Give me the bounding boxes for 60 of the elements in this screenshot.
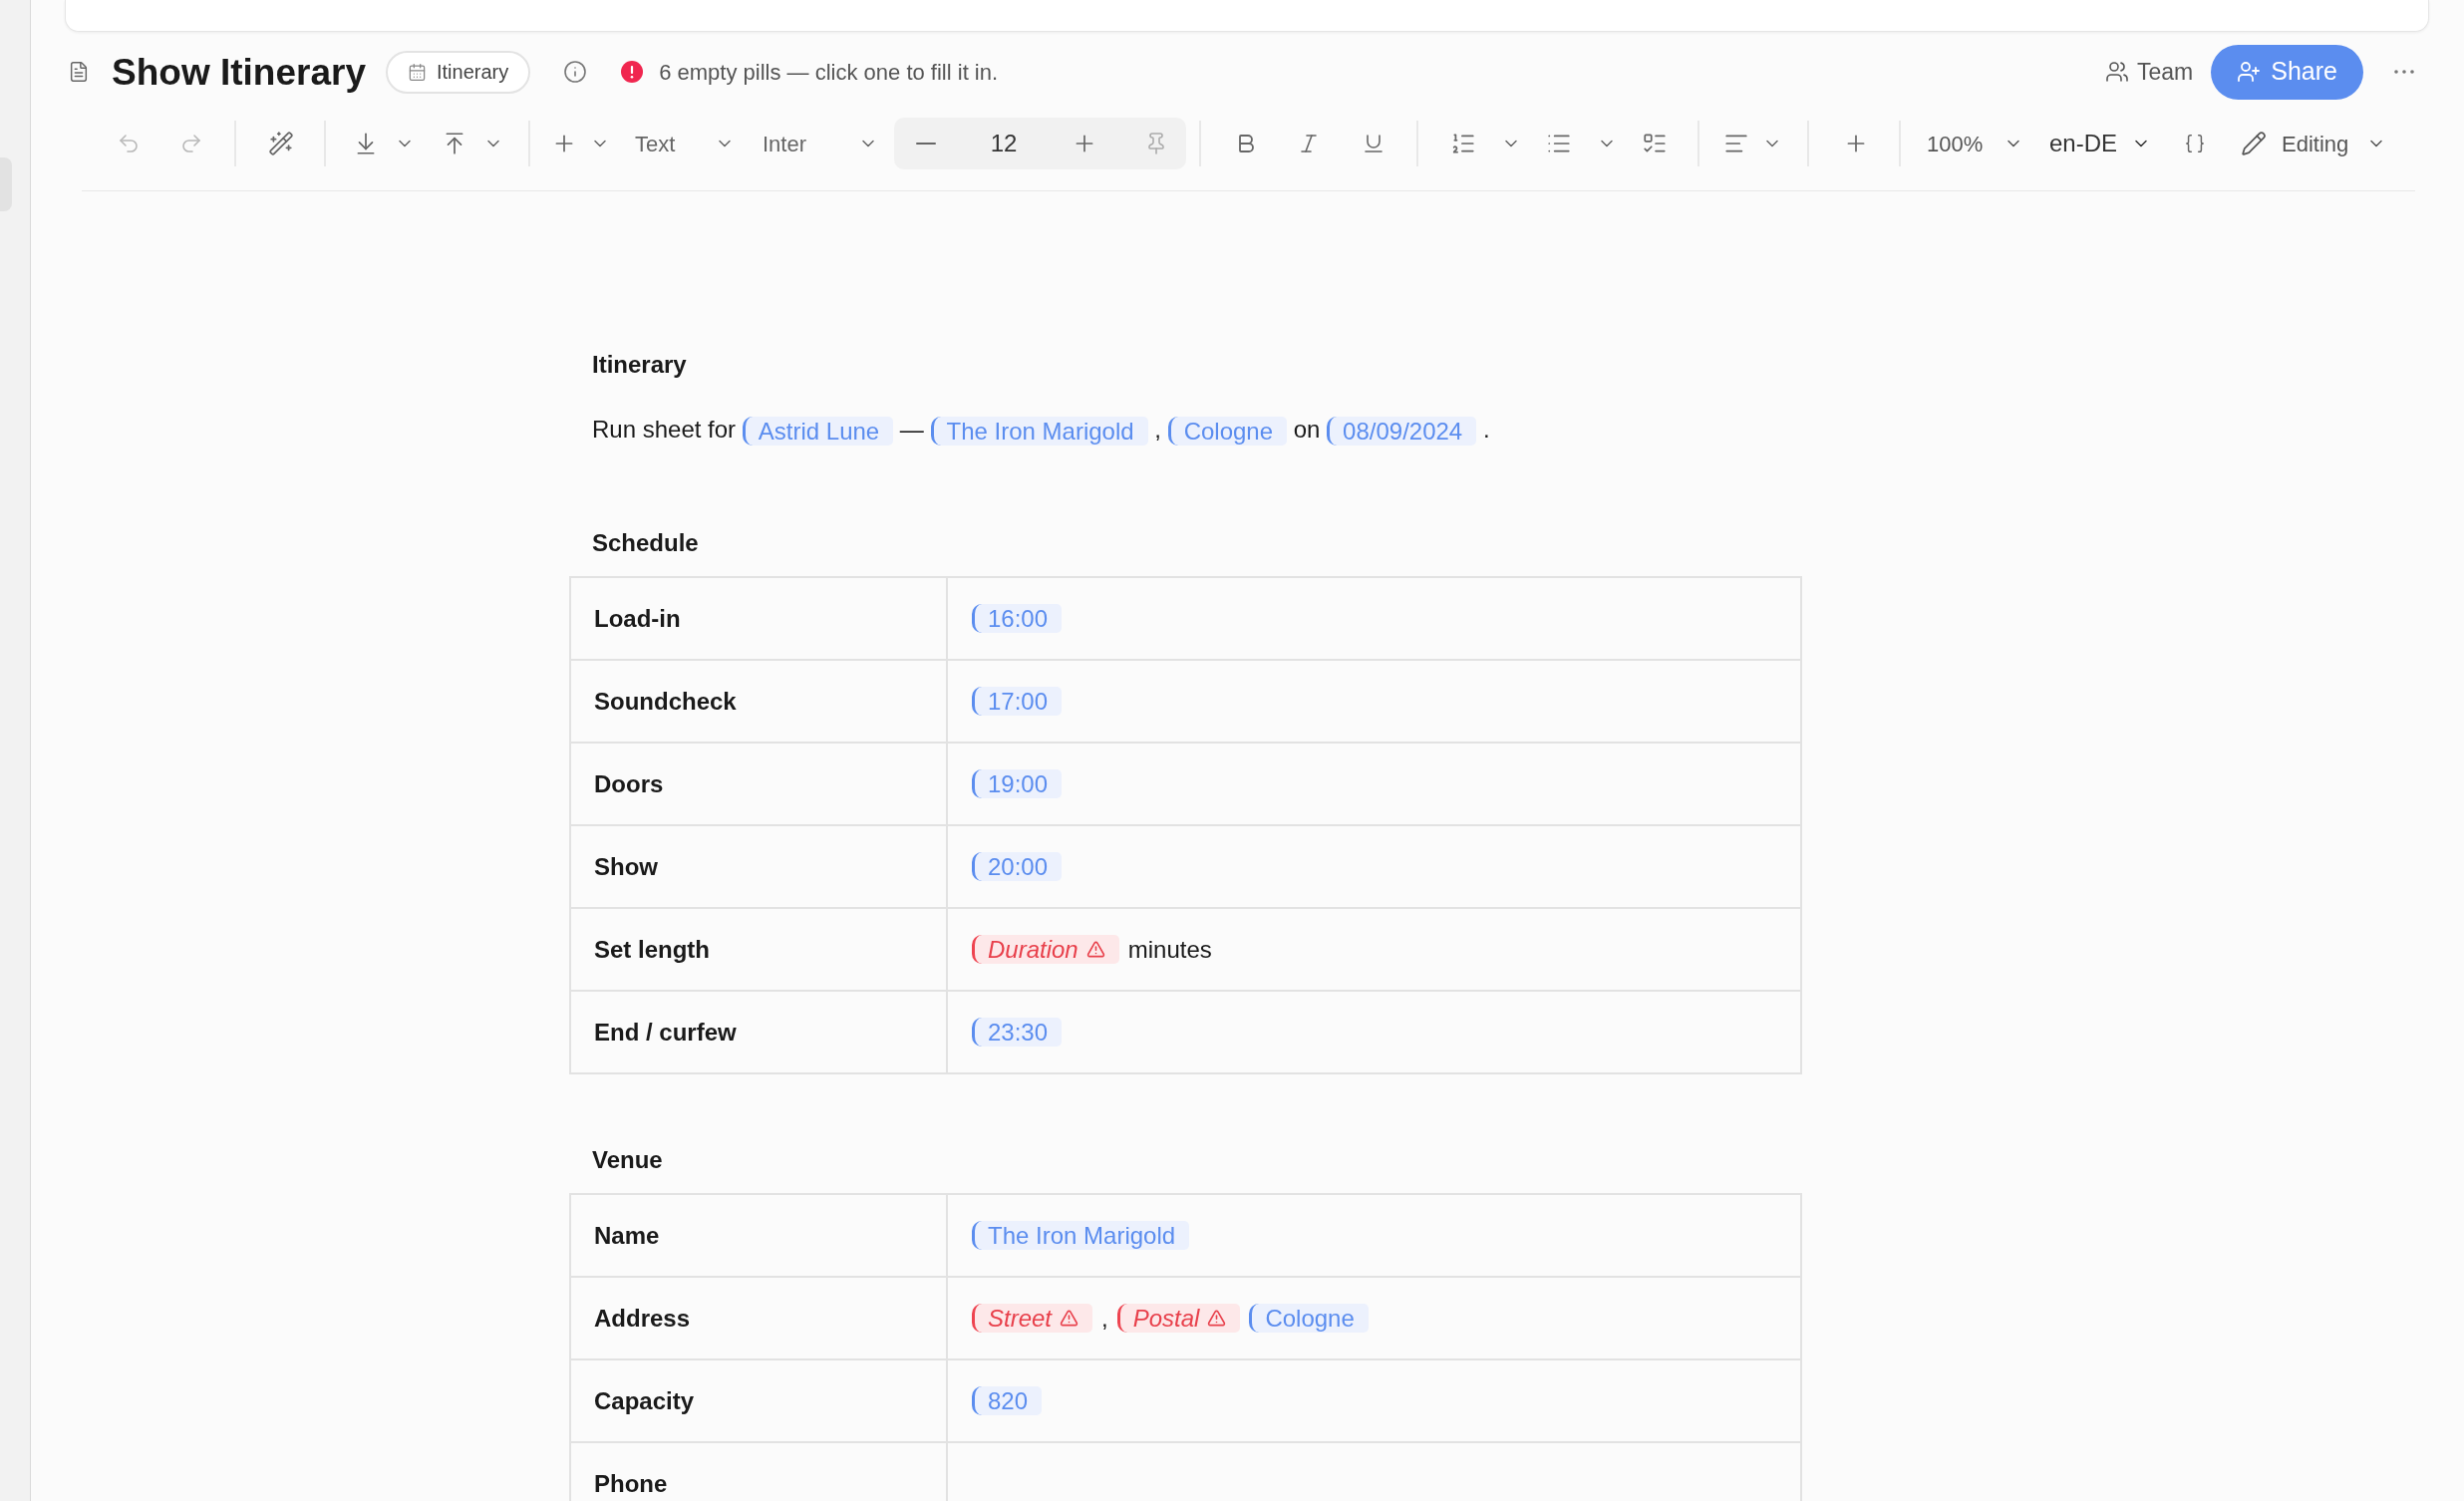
cell-text: minutes: [1127, 935, 1212, 964]
section-heading: Venue: [592, 1146, 663, 1174]
row-label: Set length: [594, 935, 710, 964]
mode-dropdown[interactable]: Editing: [2238, 120, 2392, 167]
magic-wand-icon: [268, 131, 294, 156]
empty-field-pill[interactable]: Street: [972, 1304, 1093, 1333]
braces-icon: [2184, 133, 2206, 154]
document-title: Show Itinerary: [112, 53, 366, 91]
font-size-value[interactable]: 12: [976, 126, 1032, 161]
empty-field-pill[interactable]: Postal: [1116, 1304, 1241, 1333]
font-family-dropdown[interactable]: Inter: [758, 120, 882, 167]
field-pill[interactable]: 820: [972, 1386, 1043, 1415]
row-label: Capacity: [594, 1386, 695, 1415]
field-pill[interactable]: The Iron Marigold: [930, 417, 1148, 447]
warning-icon: [1207, 1309, 1227, 1328]
team-button[interactable]: Team: [2105, 54, 2194, 90]
field-pill[interactable]: Astrid Lune: [742, 417, 894, 447]
row-label: End / curfew: [594, 1018, 737, 1047]
field-pill[interactable]: 23:30: [972, 1018, 1063, 1047]
section-heading: Schedule: [592, 529, 699, 557]
redo-icon: [179, 132, 203, 155]
more-icon: [2394, 70, 2414, 74]
people-icon: [2105, 60, 2130, 84]
add-person-icon: [2237, 60, 2262, 84]
language-dropdown[interactable]: en-DE: [2041, 120, 2153, 167]
field-pill[interactable]: 19:00: [972, 769, 1063, 798]
pencil-icon: [2241, 131, 2267, 156]
field-pill[interactable]: 08/09/2024: [1327, 417, 1477, 447]
template-badge[interactable]: Itinerary: [385, 50, 531, 94]
row-label: Doors: [594, 769, 664, 798]
row-label: Show: [594, 852, 658, 881]
share-button[interactable]: Share: [2211, 44, 2363, 100]
underline-icon: [1362, 132, 1386, 155]
document-icon: [68, 59, 90, 85]
warning-icon: [1060, 1309, 1079, 1328]
cell-text: ,: [1101, 1304, 1108, 1333]
numbered-list-icon: [1450, 131, 1476, 156]
zoom-dropdown[interactable]: 100%: [1919, 120, 2028, 167]
field-pill[interactable]: 17:00: [972, 687, 1063, 716]
undo-icon: [117, 132, 141, 155]
row-label: Load-in: [594, 604, 681, 633]
field-pill[interactable]: Cologne: [1249, 1304, 1369, 1333]
document-heading: Itinerary: [592, 351, 687, 379]
field-pill[interactable]: 20:00: [972, 852, 1063, 881]
field-pill[interactable]: 16:00: [972, 604, 1063, 633]
empty-field-pill[interactable]: Duration: [972, 935, 1119, 964]
row-label: Address: [594, 1304, 691, 1333]
status-message: 6 empty pills — click one to fill it in.: [659, 58, 999, 87]
calendar-icon: [407, 62, 427, 82]
intro-sentence: Run sheet for Astrid Lune — The Iron Marigold , Cologne on 08/09/2024 .: [592, 415, 1490, 448]
row-label: Name: [594, 1221, 660, 1250]
minus-icon: [916, 143, 936, 145]
block-type-dropdown[interactable]: Text: [630, 120, 743, 167]
warning-icon: [1085, 940, 1105, 959]
field-pill[interactable]: The Iron Marigold: [972, 1221, 1190, 1250]
info-icon[interactable]: [563, 60, 588, 84]
alert-icon: [621, 61, 644, 83]
row-label: Phone: [594, 1469, 668, 1498]
row-label: Soundcheck: [594, 687, 737, 716]
field-pill[interactable]: Cologne: [1167, 417, 1288, 447]
